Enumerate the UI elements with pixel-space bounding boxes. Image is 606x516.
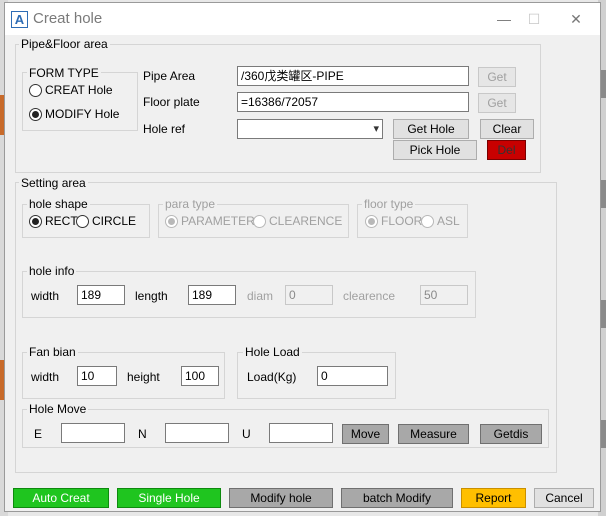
load-kg-input[interactable]: 0 (317, 366, 388, 386)
hole-length-label: length (135, 289, 168, 303)
form-type-group (22, 72, 138, 131)
getdis-button[interactable]: Getdis (480, 424, 542, 444)
radio-parameter-label: PARAMETER (181, 214, 255, 228)
cancel-button[interactable]: Cancel (534, 488, 594, 508)
hole-clearence-input[interactable]: 50 (420, 285, 468, 305)
radio-parameter[interactable]: PARAMETER (165, 214, 255, 228)
hole-ref-label: Hole ref (143, 122, 186, 136)
report-button[interactable]: Report (461, 488, 526, 508)
move-n-label: N (138, 427, 147, 441)
radio-creat-hole-indicator[interactable] (29, 83, 42, 97)
floor-plate-input[interactable]: =16386/72057 (237, 92, 469, 112)
setting-area-label: Setting area (19, 176, 88, 190)
title-bar[interactable]: A Creat hole — ☐ ✕ (5, 3, 600, 35)
measure-button[interactable]: Measure (398, 424, 469, 444)
window-title: Creat hole (33, 10, 103, 27)
close-icon[interactable]: ✕ (561, 9, 591, 29)
app-logo-icon: A (11, 11, 28, 28)
pipe-area-label: Pipe Area (143, 69, 196, 83)
move-button[interactable]: Move (342, 424, 389, 444)
radio-creat-hole[interactable]: CREAT Hole (29, 83, 113, 97)
radio-circle-label: CIRCLE (92, 214, 137, 228)
clear-button[interactable]: Clear (480, 119, 534, 139)
radio-circle-indicator[interactable] (76, 214, 89, 228)
floor-plate-get-button[interactable]: Get (478, 93, 516, 113)
pipe-area-get-button[interactable]: Get (478, 67, 516, 87)
move-u-label: U (242, 427, 251, 441)
radio-modify-hole-indicator[interactable] (29, 107, 42, 121)
radio-floor-indicator[interactable] (365, 214, 378, 228)
radio-asl[interactable]: ASL (421, 214, 460, 228)
radio-floor-label: FLOOR (381, 214, 423, 228)
del-button[interactable]: Del (487, 140, 526, 160)
radio-asl-indicator[interactable] (421, 214, 434, 228)
hole-info-label: hole info (27, 264, 77, 278)
radio-rect-indicator[interactable] (29, 214, 42, 228)
radio-rect[interactable]: RECT (29, 214, 78, 228)
pick-hole-button[interactable]: Pick Hole (393, 140, 477, 160)
hole-ref-combo[interactable]: ▾ (237, 119, 383, 139)
load-kg-label: Load(Kg) (247, 370, 297, 384)
minimize-icon[interactable]: — (489, 9, 519, 29)
pipe-floor-label: Pipe&Floor area (19, 37, 110, 51)
hole-diam-label: diam (247, 289, 274, 303)
para-type-label: para type (163, 197, 218, 211)
auto-creat-button[interactable]: Auto Creat (13, 488, 109, 508)
radio-circle[interactable]: CIRCLE (76, 214, 136, 228)
hole-length-input[interactable]: 189 (188, 285, 236, 305)
hole-move-label: Hole Move (27, 402, 89, 416)
pipe-area-input[interactable]: /360戊类罐区-PIPE (237, 66, 469, 86)
form-type-label: FORM TYPE (27, 66, 101, 80)
fan-height-input[interactable]: 100 (181, 366, 219, 386)
move-e-label: E (34, 427, 43, 441)
fan-width-label: width (31, 370, 60, 384)
radio-clearence-indicator[interactable] (253, 214, 266, 228)
move-u-input[interactable] (269, 423, 333, 443)
fan-bian-label: Fan bian (27, 345, 78, 359)
move-e-input[interactable] (61, 423, 125, 443)
floor-type-label: floor type (362, 197, 416, 211)
radio-modify-hole[interactable]: MODIFY Hole (29, 107, 119, 121)
batch-modify-button[interactable]: batch Modify (341, 488, 453, 508)
fan-width-input[interactable]: 10 (77, 366, 117, 386)
hole-diam-input[interactable]: 0 (285, 285, 333, 305)
radio-clearence-label: CLEARENCE (269, 214, 343, 228)
modify-hole-button[interactable]: Modify hole (229, 488, 333, 508)
floor-plate-label: Floor plate (143, 95, 200, 109)
radio-floor[interactable]: FLOOR (365, 214, 422, 228)
maximize-icon[interactable]: ☐ (519, 9, 549, 29)
radio-asl-label: ASL (437, 214, 460, 228)
radio-rect-label: RECT (45, 214, 78, 228)
get-hole-button[interactable]: Get Hole (393, 119, 469, 139)
hole-shape-label: hole shape (27, 197, 90, 211)
radio-parameter-indicator[interactable] (165, 214, 178, 228)
creat-hole-window: A Creat hole — ☐ ✕ Pipe&Floor area FORM … (4, 2, 601, 512)
hole-load-label: Hole Load (243, 345, 302, 359)
radio-modify-hole-label: MODIFY Hole (45, 107, 120, 121)
radio-clearence[interactable]: CLEARENCE (253, 214, 342, 228)
chevron-down-icon[interactable]: ▾ (373, 122, 379, 136)
hole-width-input[interactable]: 189 (77, 285, 125, 305)
fan-height-label: height (127, 370, 160, 384)
hole-clearence-label: clearence (343, 289, 396, 303)
single-hole-button[interactable]: Single Hole (117, 488, 221, 508)
hole-width-label: width (31, 289, 60, 303)
radio-creat-hole-label: CREAT Hole (45, 83, 113, 97)
move-n-input[interactable] (165, 423, 229, 443)
